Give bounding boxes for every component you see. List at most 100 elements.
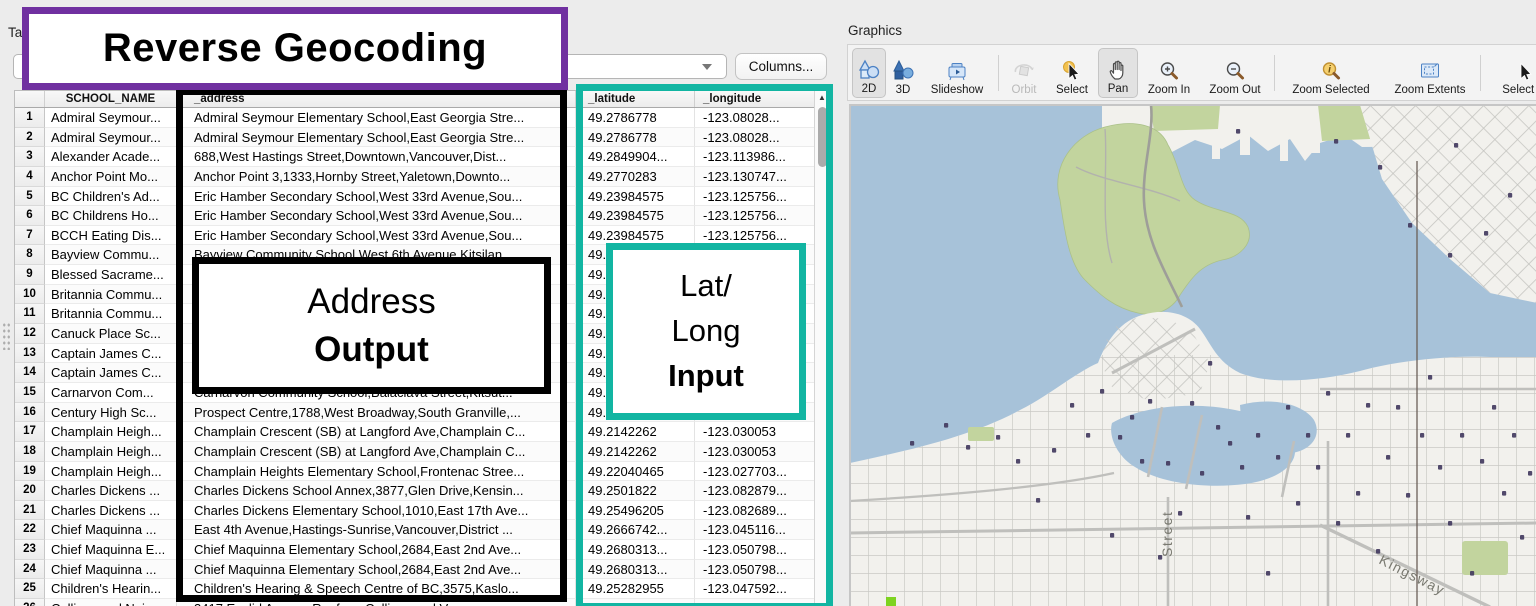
table-row[interactable]: 1Admiral Seymour...Admiral Seymour Eleme… — [15, 108, 829, 128]
select-icon — [1060, 58, 1084, 84]
zoom-selected-button[interactable]: iZoom Selected — [1278, 48, 1384, 98]
address-cell: Champlain Crescent (SB) at Langford Ave,… — [177, 442, 576, 462]
table-row[interactable]: 23Chief Maquinna E...Chief Maquinna Elem… — [15, 540, 829, 560]
row-number: 14 — [15, 363, 45, 383]
zoom-selected-icon: i — [1319, 58, 1343, 84]
chevron-down-icon — [702, 64, 712, 70]
table-scrollbar[interactable]: ▲ — [814, 91, 829, 606]
toolbar-label: 2D — [862, 83, 877, 95]
table-row[interactable]: 18Champlain Heigh...Champlain Crescent (… — [15, 442, 829, 462]
school-name-cell: BC Children's Ad... — [45, 187, 177, 207]
feature-type-dropdown[interactable] — [13, 54, 727, 79]
table-row[interactable]: 19Champlain Heigh...Champlain Heights El… — [15, 462, 829, 482]
column-header-address[interactable]: _address — [177, 91, 576, 107]
table-row[interactable]: 4Anchor Point Mo...Anchor Point 3,1333,H… — [15, 167, 829, 187]
row-number: 17 — [15, 422, 45, 442]
column-header-latitude[interactable]: _latitude — [576, 91, 695, 107]
latitude-cell: 49.2501822 — [576, 481, 695, 501]
panel-drag-handle[interactable] — [2, 322, 11, 350]
toolbar-label: Select N — [1502, 84, 1536, 96]
school-name-cell: Chief Maquinna ... — [45, 520, 177, 540]
select-button[interactable]: Select — [1046, 48, 1098, 98]
table-row[interactable]: 7BCCH Eating Dis...Eric Hamber Secondary… — [15, 226, 829, 246]
longitude-cell: -123.125756... — [695, 226, 816, 246]
table-row[interactable]: 3Alexander Acade...688,West Hastings Str… — [15, 147, 829, 167]
address-cell: Children's Hearing & Speech Centre of BC… — [177, 579, 576, 599]
address-cell: Captain James Cook Elementary School,334… — [177, 344, 576, 364]
school-name-cell: Chief Maquinna ... — [45, 560, 177, 580]
row-number: 2 — [15, 128, 45, 148]
2d-button[interactable]: 2D — [852, 48, 886, 98]
row-number-header[interactable] — [15, 91, 45, 107]
table-row[interactable]: 5BC Children's Ad...Eric Hamber Secondar… — [15, 187, 829, 207]
slideshow-button[interactable]: Slideshow — [920, 48, 994, 98]
latitude-cell: 49.23984575 — [576, 187, 695, 207]
3d-button[interactable]: 3D — [886, 48, 920, 98]
column-header-longitude[interactable]: _longitude — [695, 91, 816, 107]
table-row[interactable]: 20Charles Dickens ...Charles Dickens Sch… — [15, 481, 829, 501]
longitude-cell: -123.030053 — [695, 422, 816, 442]
longitude-cell: -123.08028... — [695, 108, 816, 128]
table-row[interactable]: 12Canuck Place Sc...Canuck Place,1690,Ma… — [15, 324, 829, 344]
table-row[interactable]: 13Captain James C...Captain James Cook E… — [15, 344, 829, 364]
map-view[interactable]: StreetKingsway — [849, 104, 1536, 606]
address-cell: Champlain Crescent (SB) at Langford Ave,… — [177, 422, 576, 442]
table-row[interactable]: 8Bayview Commu...Bayview Community Schoo… — [15, 245, 829, 265]
latitude-cell: 49.2142262 — [576, 442, 695, 462]
table-row[interactable]: 9Blessed Sacrame...3020,Heather Street,F… — [15, 265, 829, 285]
toolbar-label: 3D — [896, 84, 911, 96]
table-panel-title: Table — [8, 25, 40, 40]
address-cell: Charles Dickens Elementary School,1010,E… — [177, 501, 576, 521]
zoom-out-button[interactable]: Zoom Out — [1200, 48, 1270, 98]
row-number: 18 — [15, 442, 45, 462]
address-cell: 3020,Heather Street,Fairview,Vancouver,D… — [177, 265, 576, 285]
school-name-cell: Britannia Commu... — [45, 304, 177, 324]
address-cell: Eric Hamber Secondary School,West 33rd A… — [177, 187, 576, 207]
pan-button[interactable]: Pan — [1098, 48, 1138, 98]
longitude-cell: -123.125756... — [695, 187, 816, 207]
longitude-cell: -123.113986... — [695, 147, 816, 167]
row-number: 20 — [15, 481, 45, 501]
longitude-cell: -123.125756... — [695, 206, 816, 226]
zoom-in-button[interactable]: Zoom In — [1138, 48, 1200, 98]
table-row[interactable]: 17Champlain Heigh...Champlain Crescent (… — [15, 422, 829, 442]
toolbar-label: Zoom Selected — [1292, 84, 1369, 96]
table-row[interactable]: 22Chief Maquinna ...East 4th Avenue,Hast… — [15, 520, 829, 540]
toolbar-separator — [1476, 53, 1484, 93]
scrollbar-thumb[interactable] — [818, 107, 827, 167]
longitude-cell: -123.035880... — [695, 344, 816, 364]
select-n-icon — [1512, 58, 1536, 84]
table-row[interactable]: 10Britannia Commu...Cotton Drive,Grandvi… — [15, 285, 829, 305]
address-cell: Cotton Drive,Grandview-Woodland,Vancouve… — [177, 304, 576, 324]
columns-button[interactable]: Columns... — [735, 53, 827, 80]
table-row[interactable]: 11Britannia Commu...Cotton Drive,Grandvi… — [15, 304, 829, 324]
school-name-cell: Charles Dickens ... — [45, 501, 177, 521]
row-number: 24 — [15, 560, 45, 580]
zoom-extents-icon — [1418, 58, 1442, 84]
table-row[interactable]: 15Carnarvon Com...Carnarvon Community Sc… — [15, 383, 829, 403]
row-number: 6 — [15, 206, 45, 226]
school-name-cell: Admiral Seymour... — [45, 128, 177, 148]
longitude-cell: -123.145682... — [695, 324, 816, 344]
row-number: 21 — [15, 501, 45, 521]
address-cell: Chief Maquinna Elementary School,2684,Ea… — [177, 540, 576, 560]
scroll-up-arrow[interactable]: ▲ — [815, 91, 829, 105]
row-number: 7 — [15, 226, 45, 246]
column-header-school-name[interactable]: SCHOOL_NAME — [45, 91, 177, 107]
row-number: 25 — [15, 579, 45, 599]
latitude-cell: 49.2384937... — [576, 599, 695, 606]
select-n-button[interactable]: Select N — [1484, 48, 1536, 98]
toolbar-separator — [1270, 53, 1278, 93]
table-row[interactable]: 2Admiral Seymour...Admiral Seymour Eleme… — [15, 128, 829, 148]
table-row[interactable]: 26Collingwood Nei...3417,Euclid Avenue,R… — [15, 599, 829, 606]
zoom-extents-button[interactable]: Zoom Extents — [1384, 48, 1476, 98]
table-row[interactable]: 25Children's Hearin...Children's Hearing… — [15, 579, 829, 599]
table-row[interactable]: 6BC Childrens Ho...Eric Hamber Secondary… — [15, 206, 829, 226]
table-row[interactable]: 14Captain James C...Captain James Cook E… — [15, 363, 829, 383]
table-row[interactable]: 24Chief Maquinna ...Chief Maquinna Eleme… — [15, 560, 829, 580]
latitude-cell: 49.2666742... — [576, 520, 695, 540]
table-row[interactable]: 21Charles Dickens ...Charles Dickens Ele… — [15, 501, 829, 521]
address-cell: Admiral Seymour Elementary School,East G… — [177, 128, 576, 148]
address-cell: 688,West Hastings Street,Downtown,Vancou… — [177, 147, 576, 167]
table-row[interactable]: 16Century High Sc...Prospect Centre,1788… — [15, 403, 829, 423]
